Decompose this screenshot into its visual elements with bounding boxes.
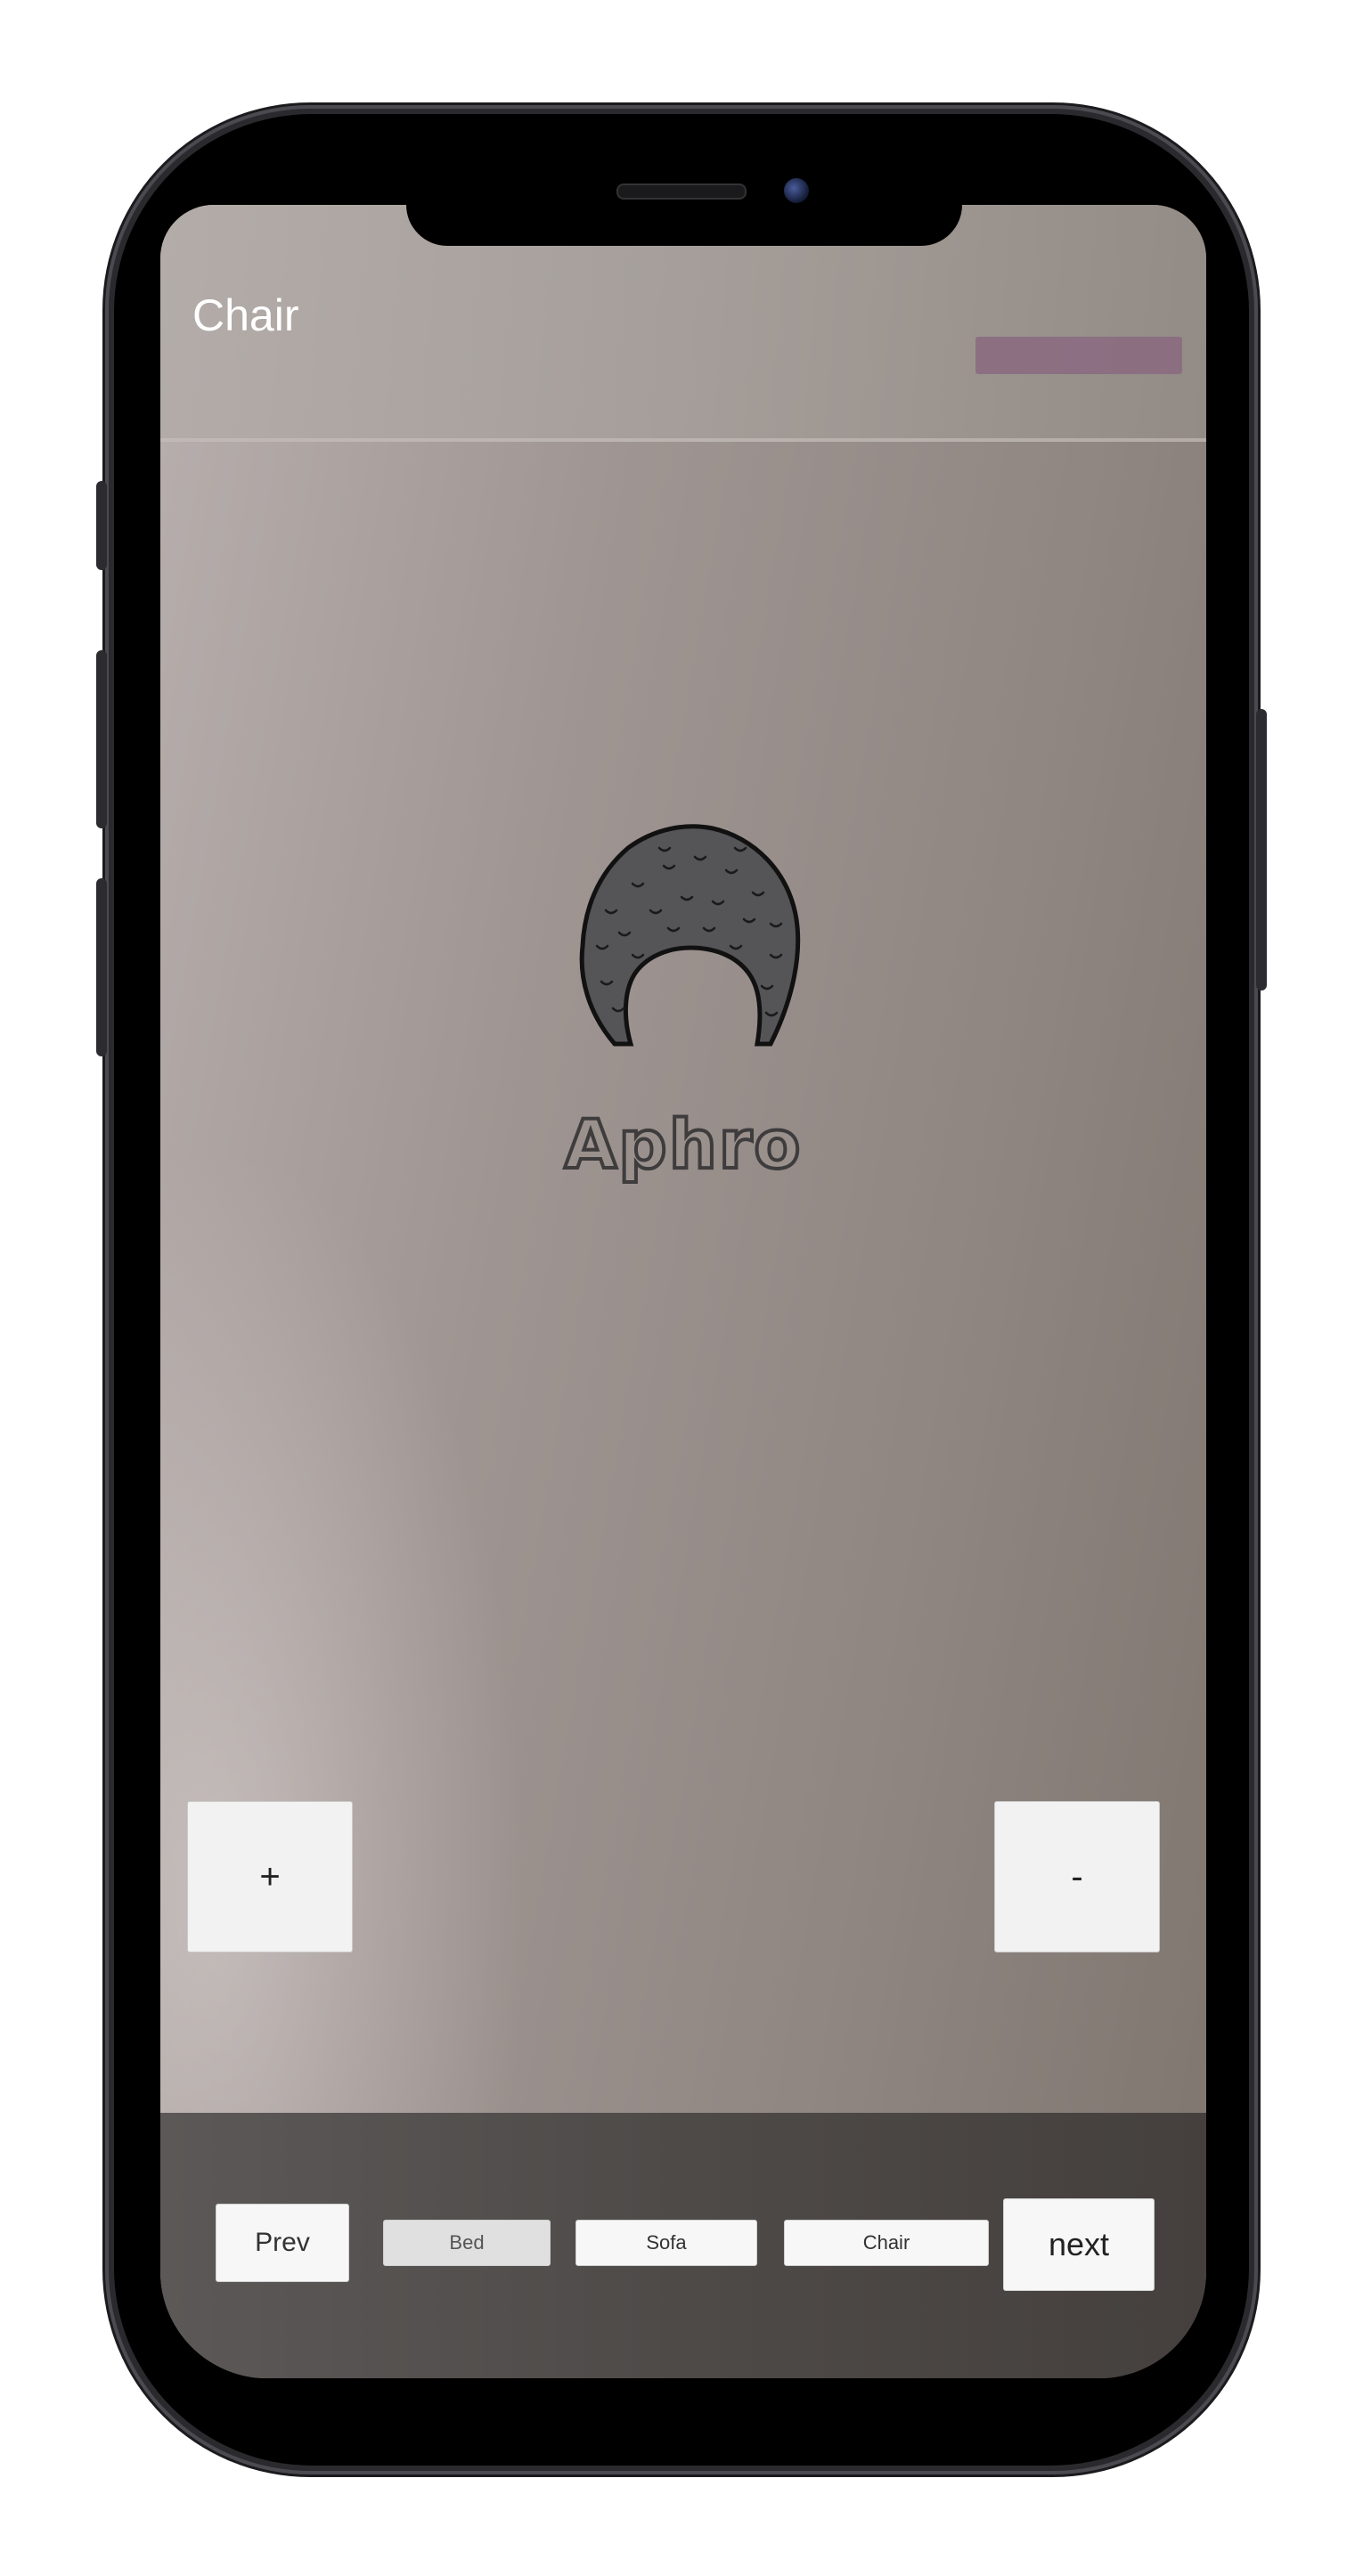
afro-hair-icon[interactable] [579,821,802,1048]
zoom-out-button[interactable]: - [994,1801,1160,1952]
speaker-grille [616,183,747,200]
status-bar-indicator [975,337,1182,374]
silent-switch [96,481,107,570]
prev-button[interactable]: Prev [216,2204,349,2282]
power-button [1256,709,1267,990]
front-camera-icon [784,178,809,203]
category-chair-button[interactable]: Chair [784,2220,989,2266]
notch [406,205,962,246]
ar-camera-view[interactable]: Chair Aphro + - Prev Bed Sofa Chair next [160,205,1206,2378]
volume-up-button [96,650,107,828]
next-button[interactable]: next [1003,2198,1155,2291]
model-name-label: Aphro [562,1103,803,1186]
category-bar: Prev Bed Sofa Chair next [160,2113,1206,2378]
page-title: Chair [192,290,299,340]
zoom-in-button[interactable]: + [187,1801,353,1952]
volume-down-button [96,878,107,1056]
category-bed-button[interactable]: Bed [383,2220,551,2266]
category-sofa-button[interactable]: Sofa [575,2220,757,2266]
